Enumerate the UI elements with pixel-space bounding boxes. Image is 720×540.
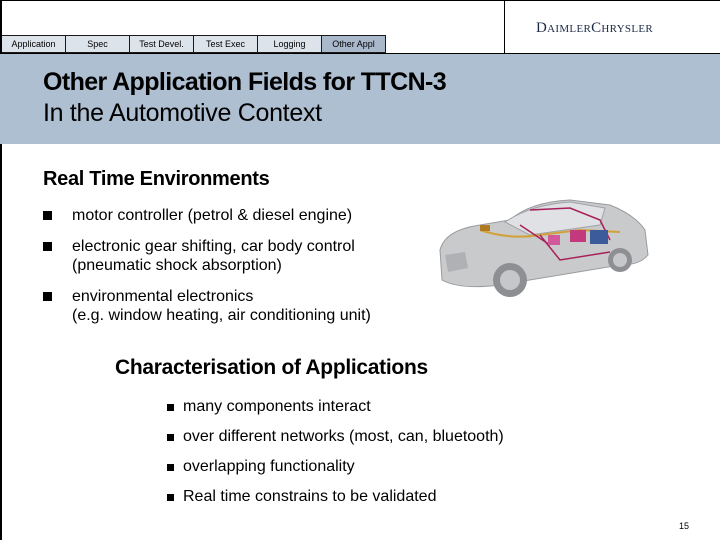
- characterisation-list: many components interact over different …: [167, 397, 504, 517]
- page-title: Other Application Fields for TTCN-3: [43, 68, 447, 96]
- tab-application[interactable]: Application: [2, 35, 66, 53]
- tab-logging[interactable]: Logging: [258, 35, 322, 53]
- list-item: overlapping functionality: [167, 457, 504, 477]
- item-text: Real time constrains to be validated: [183, 488, 437, 505]
- list-item: many components interact: [167, 397, 504, 417]
- tab-test-devel[interactable]: Test Devel.: [130, 35, 194, 53]
- list-item: environmental electronics (e.g. window he…: [43, 287, 423, 325]
- daimlerchrysler-logo: DaimlerChrysler: [536, 20, 653, 37]
- real-time-list: motor controller (petrol & diesel engine…: [43, 206, 423, 337]
- logo-part-2: Chrysler: [591, 20, 654, 36]
- section-heading-characterisation: Characterisation of Applications: [115, 356, 428, 379]
- header-divider: [504, 0, 505, 54]
- frame-top-border: [0, 0, 720, 1]
- tab-test-exec[interactable]: Test Exec: [194, 35, 258, 53]
- list-item: Real time constrains to be validated: [167, 487, 504, 507]
- square-bullet-icon: [167, 494, 174, 501]
- item-text: motor controller (petrol & diesel engine…: [72, 207, 353, 224]
- tab-other-appl[interactable]: Other Appl: [322, 35, 386, 53]
- item-text-cont: (pneumatic shock absorption): [72, 257, 282, 274]
- list-item: electronic gear shifting, car body contr…: [43, 237, 423, 275]
- logo-part-1: Daimler: [536, 20, 592, 36]
- square-bullet-icon: [43, 211, 52, 220]
- item-text: over different networks (most, can, blue…: [183, 428, 504, 445]
- square-bullet-icon: [43, 242, 52, 251]
- list-item: over different networks (most, can, blue…: [167, 427, 504, 447]
- item-text-cont: (e.g. window heating, air conditioning u…: [72, 307, 371, 324]
- car-wiring-diagram-image: [439, 199, 649, 297]
- nav-tabs: Application Spec Test Devel. Test Exec L…: [2, 35, 386, 53]
- page-number: 15: [679, 521, 690, 531]
- page-subtitle: In the Automotive Context: [43, 99, 322, 127]
- item-text: environmental electronics: [72, 288, 254, 305]
- square-bullet-icon: [167, 404, 174, 411]
- square-bullet-icon: [167, 434, 174, 441]
- square-bullet-icon: [167, 464, 174, 471]
- item-text: overlapping functionality: [183, 458, 355, 475]
- list-item: motor controller (petrol & diesel engine…: [43, 206, 423, 225]
- section-heading-real-time: Real Time Environments: [43, 168, 270, 190]
- tab-spec[interactable]: Spec: [66, 35, 130, 53]
- item-text: many components interact: [183, 398, 371, 415]
- item-text: electronic gear shifting, car body contr…: [72, 238, 355, 255]
- square-bullet-icon: [43, 292, 52, 301]
